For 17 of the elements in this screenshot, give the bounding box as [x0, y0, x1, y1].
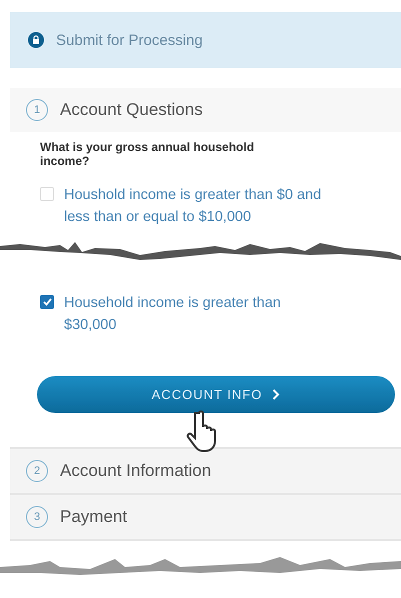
chevron-right-icon: [272, 389, 280, 400]
step-title: Payment: [60, 507, 128, 527]
step-header[interactable]: 2 Account Information: [10, 449, 401, 495]
step-number: 3: [26, 506, 48, 528]
account-info-button[interactable]: ACCOUNT INFO: [37, 376, 395, 413]
step-title: Account Questions: [60, 100, 203, 120]
question-text: What is your gross annual household income?: [40, 140, 256, 168]
banner-title: Submit for Processing: [56, 32, 203, 48]
option-label[interactable]: Household income is greater than $30,000: [64, 292, 326, 336]
lock-icon: [28, 32, 44, 48]
checkbox[interactable]: [40, 295, 54, 309]
option-label[interactable]: Houshold income is greater than $0 and less than or equal to $10,000: [64, 184, 326, 228]
step-header[interactable]: 1 Account Questions: [10, 88, 401, 132]
step-number: 2: [26, 460, 48, 482]
step-number: 1: [26, 99, 48, 121]
step-header[interactable]: 3 Payment: [10, 495, 401, 541]
step-title: Account Information: [60, 461, 212, 481]
